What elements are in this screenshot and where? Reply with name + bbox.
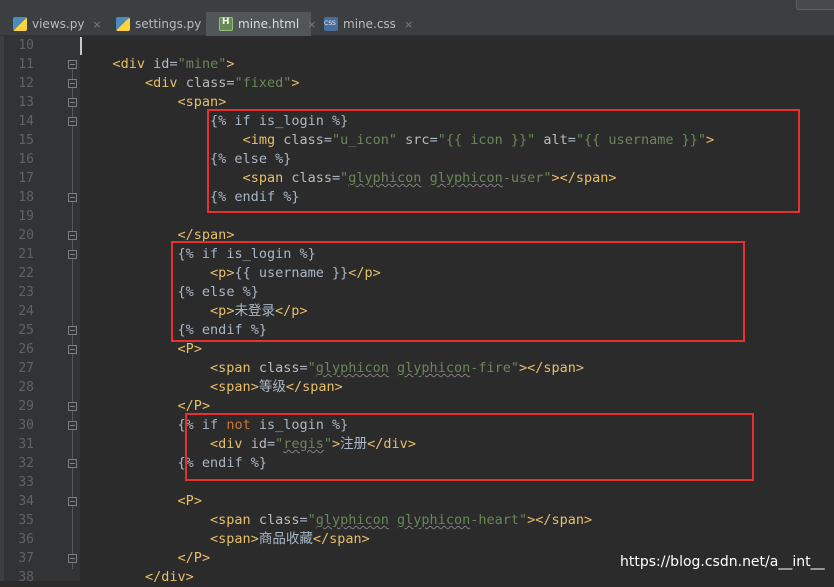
- line-number: 34: [18, 494, 34, 509]
- highlight-box: [185, 413, 754, 481]
- fold-icon[interactable]: [68, 497, 77, 506]
- code-line[interactable]: <span>商品收藏</span>: [80, 530, 370, 549]
- code-line[interactable]: </div>: [80, 568, 194, 587]
- code-line[interactable]: <span>等级</span>: [80, 378, 343, 397]
- line-number: 26: [18, 342, 34, 357]
- line-number: 13: [18, 95, 34, 110]
- line-number: 28: [18, 380, 34, 395]
- close-icon[interactable]: ×: [92, 18, 101, 31]
- fold-icon[interactable]: [68, 459, 77, 468]
- line-number: 24: [18, 304, 34, 319]
- fold-icon[interactable]: [68, 231, 77, 240]
- code-line[interactable]: <div id="mine">: [80, 55, 235, 74]
- fold-icon[interactable]: [68, 421, 77, 430]
- line-number: 25: [18, 323, 34, 338]
- tab-label: settings.py: [135, 17, 202, 31]
- fold-icon[interactable]: [68, 345, 77, 354]
- line-number: 18: [18, 190, 34, 205]
- window-menu-button[interactable]: [796, 0, 834, 10]
- fold-icon[interactable]: [68, 98, 77, 107]
- line-number: 32: [18, 456, 34, 471]
- css-file-icon: [324, 17, 338, 31]
- fold-icon[interactable]: [68, 193, 77, 202]
- code-line[interactable]: <span>: [80, 93, 227, 112]
- html-file-icon: [219, 17, 233, 31]
- line-number: 12: [18, 76, 34, 91]
- fold-icon[interactable]: [68, 326, 77, 335]
- line-number: 14: [18, 114, 34, 129]
- tab-label: mine.html: [238, 17, 300, 31]
- tab-label: mine.css: [343, 17, 396, 31]
- line-number: 22: [18, 266, 34, 281]
- python-file-icon: [13, 17, 27, 31]
- fold-icon[interactable]: [68, 60, 77, 69]
- line-number: 35: [18, 513, 34, 528]
- line-number: 15: [18, 133, 34, 148]
- line-number: 17: [18, 171, 34, 186]
- python-file-icon: [116, 17, 130, 31]
- tab-mine-html[interactable]: mine.html ×: [206, 12, 316, 36]
- line-number: 31: [18, 437, 34, 452]
- line-number: 19: [18, 209, 34, 224]
- line-number: 27: [18, 361, 34, 376]
- line-number: 16: [18, 152, 34, 167]
- editor-tab-bar: views.py × settings.py × mine.html × min…: [0, 0, 834, 36]
- line-number: 29: [18, 399, 34, 414]
- fold-guide: [72, 69, 73, 569]
- line-number: 23: [18, 285, 34, 300]
- line-number: 37: [18, 551, 34, 566]
- watermark: https://blog.csdn.net/a__int__: [620, 554, 825, 570]
- line-number: 38: [18, 570, 34, 585]
- tab-views-py[interactable]: views.py ×: [0, 12, 103, 36]
- line-number: 33: [18, 475, 34, 490]
- highlight-box: [171, 241, 745, 342]
- tab-label: views.py: [32, 17, 85, 31]
- fold-icon[interactable]: [68, 79, 77, 88]
- code-line[interactable]: <span class="glyphicon glyphicon-fire"><…: [80, 359, 584, 378]
- close-icon[interactable]: ×: [404, 18, 413, 31]
- tab-mine-css[interactable]: mine.css ×: [311, 12, 413, 36]
- line-number: 30: [18, 418, 34, 433]
- code-line[interactable]: <span class="glyphicon glyphicon-heart">…: [80, 511, 592, 530]
- fold-icon[interactable]: [68, 554, 77, 563]
- line-number: 10: [18, 38, 34, 53]
- code-line[interactable]: </P>: [80, 549, 211, 568]
- code-line[interactable]: <P>: [80, 492, 202, 511]
- fold-icon[interactable]: [68, 250, 77, 259]
- highlight-box: [207, 109, 800, 213]
- fold-icon[interactable]: [68, 402, 77, 411]
- code-line[interactable]: <div class="fixed">: [80, 74, 299, 93]
- line-number: 21: [18, 247, 34, 262]
- code-line[interactable]: <P>: [80, 340, 202, 359]
- line-number: 11: [18, 57, 34, 72]
- tab-settings-py[interactable]: settings.py ×: [103, 12, 219, 36]
- fold-icon[interactable]: [68, 117, 77, 126]
- line-number: 20: [18, 228, 34, 243]
- line-number: 36: [18, 532, 34, 547]
- text-caret: [80, 37, 82, 55]
